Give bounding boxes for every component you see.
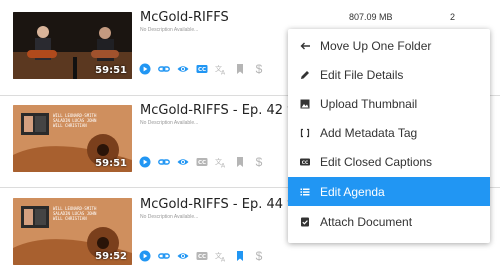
menu-item-label: Edit Agenda xyxy=(320,184,385,199)
play-icon[interactable] xyxy=(139,63,151,75)
svg-text:CC: CC xyxy=(198,160,206,166)
menu-item-upload-thumbnail[interactable]: Upload Thumbnail xyxy=(288,89,490,118)
row-actions: CC 文A $ xyxy=(139,249,265,263)
context-menu: Move Up One Folder Edit File Details Upl… xyxy=(288,29,490,243)
eye-icon[interactable] xyxy=(177,63,189,75)
dollar-icon[interactable]: $ xyxy=(253,156,265,168)
row-actions: CC 文A $ xyxy=(139,62,265,76)
cc-icon[interactable]: CC xyxy=(196,250,208,262)
file-size: 807.09 MB xyxy=(349,12,393,22)
link-icon[interactable] xyxy=(158,63,170,75)
svg-text:CC: CC xyxy=(198,67,206,73)
menu-item-label: Add Metadata Tag xyxy=(320,125,418,140)
thumbnail-text: WILL LEONARD-SMITH SALADIN LUCAS JOHN WI… xyxy=(53,113,97,128)
video-description: No Description Available... xyxy=(140,120,199,126)
menu-item-label: Upload Thumbnail xyxy=(320,96,418,111)
svg-text:A: A xyxy=(221,70,226,76)
bookmark-icon[interactable] xyxy=(234,63,246,75)
video-thumbnail[interactable]: WILL LEONARD-SMITH SALADIN LUCAS JOHN WI… xyxy=(13,105,132,172)
translate-icon[interactable]: 文A xyxy=(215,250,227,262)
eye-icon[interactable] xyxy=(177,156,189,168)
translate-icon[interactable]: 文A xyxy=(215,63,227,75)
menu-item-label: Attach Document xyxy=(320,214,413,229)
video-description: No Description Available... xyxy=(140,214,199,220)
svg-text:CC: CC xyxy=(198,254,206,260)
menu-item-add-metadata-tag[interactable]: Add Metadata Tag xyxy=(288,118,490,147)
svg-text:CC: CC xyxy=(302,160,309,166)
play-icon[interactable] xyxy=(139,250,151,262)
menu-item-edit-agenda[interactable]: Edit Agenda xyxy=(288,177,490,206)
video-thumbnail[interactable]: 59:51 xyxy=(13,12,132,79)
video-description: No Description Available... xyxy=(140,27,199,33)
svg-text:A: A xyxy=(221,163,226,169)
video-thumbnail[interactable]: WILL LEONARD-SMITH SALADIN LUCAS JOHN WI… xyxy=(13,198,132,265)
duration-label: 59:52 xyxy=(95,251,127,262)
menu-item-edit-closed-captions[interactable]: CC Edit Closed Captions xyxy=(288,147,490,176)
menu-item-edit-file-details[interactable]: Edit File Details xyxy=(288,60,490,89)
menu-item-move-up-folder[interactable]: Move Up One Folder xyxy=(288,31,490,60)
menu-item-label: Move Up One Folder xyxy=(320,38,432,53)
item-count: 2 xyxy=(450,12,456,22)
link-icon[interactable] xyxy=(158,250,170,262)
video-title[interactable]: McGold-RIFFS xyxy=(140,10,229,25)
play-icon[interactable] xyxy=(139,156,151,168)
dollar-icon[interactable]: $ xyxy=(253,63,265,75)
menu-item-attach-document[interactable]: Attach Document xyxy=(288,207,490,236)
duration-label: 59:51 xyxy=(95,65,127,76)
cc-icon[interactable]: CC xyxy=(196,63,208,75)
menu-item-label: Edit Closed Captions xyxy=(320,154,433,169)
row-actions: CC 文A $ xyxy=(139,155,265,169)
cc-icon: CC xyxy=(299,156,311,168)
svg-text:A: A xyxy=(221,257,226,263)
menu-item-label: Edit File Details xyxy=(320,67,404,82)
bookmark-icon[interactable] xyxy=(234,156,246,168)
list-icon xyxy=(299,186,311,198)
dollar-icon[interactable]: $ xyxy=(253,250,265,262)
duration-label: 59:51 xyxy=(95,158,127,169)
thumbnail-text: WILL LEONARD-SMITH SALADIN LUCAS JOHN WI… xyxy=(53,206,97,221)
brackets-icon xyxy=(299,127,311,139)
document-check-icon xyxy=(299,216,311,228)
pencil-icon xyxy=(299,69,311,81)
image-icon xyxy=(299,98,311,110)
bookmark-icon[interactable] xyxy=(234,250,246,262)
eye-icon[interactable] xyxy=(177,250,189,262)
translate-icon[interactable]: 文A xyxy=(215,156,227,168)
link-icon[interactable] xyxy=(158,156,170,168)
arrow-back-icon xyxy=(299,40,311,52)
cc-icon[interactable]: CC xyxy=(196,156,208,168)
